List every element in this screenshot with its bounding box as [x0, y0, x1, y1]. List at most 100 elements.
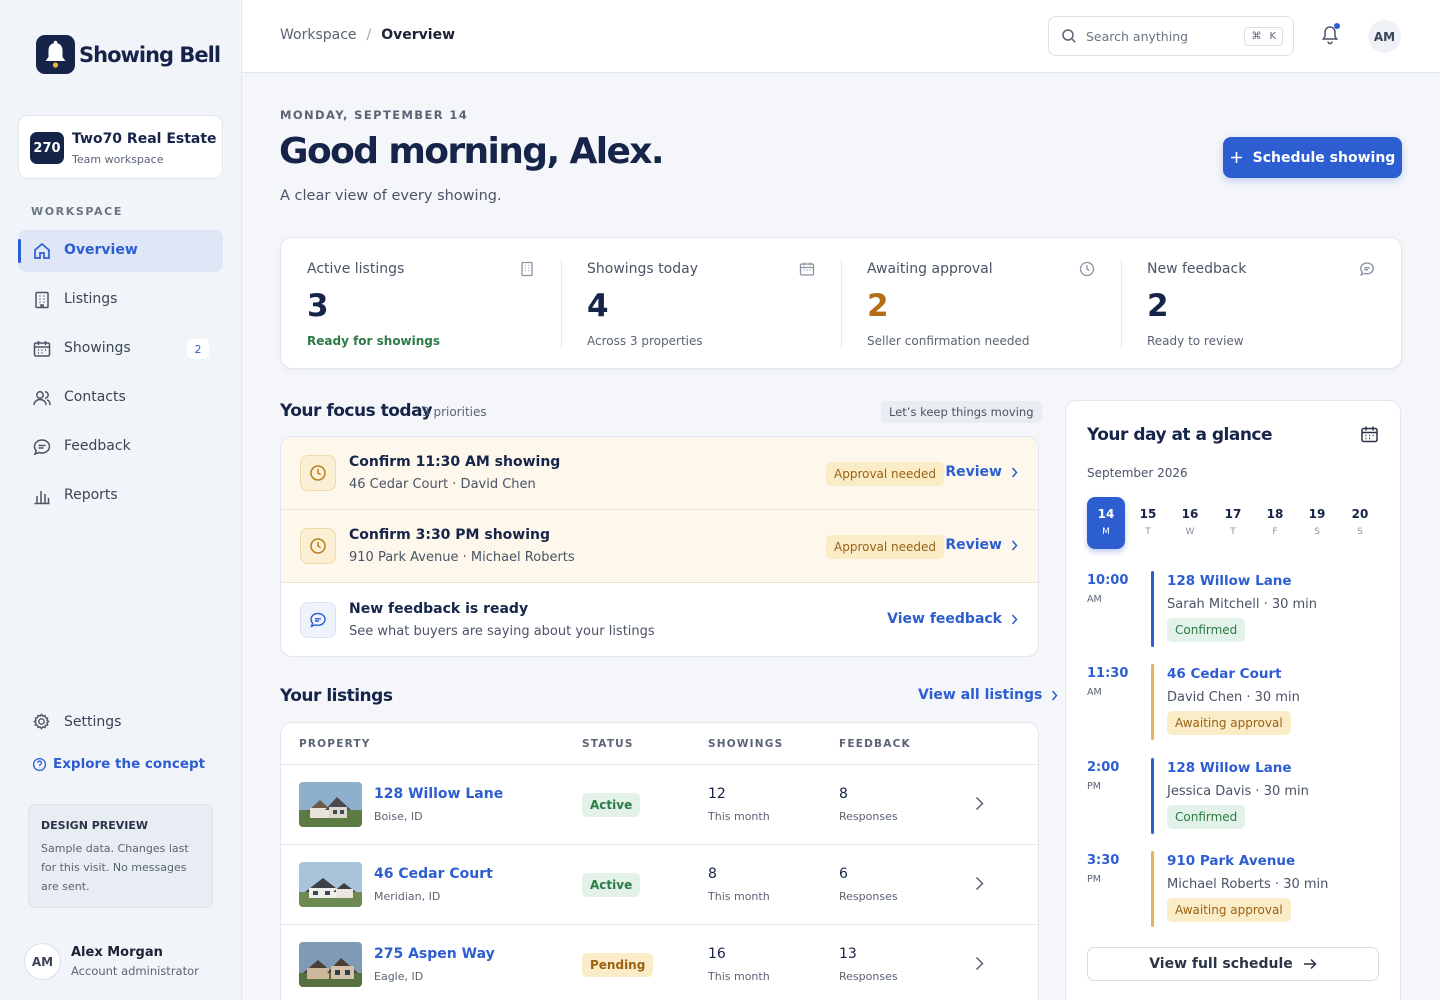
page-title: Good morning, Alex. — [279, 131, 665, 172]
sidebar: Showing Bell 270 Two70 Real Estate Team … — [0, 0, 242, 1000]
focus-item-subtitle: 910 Park Avenue · Michael Roberts — [349, 550, 575, 565]
sidebar-item-contacts[interactable]: Contacts — [18, 377, 223, 419]
appointment-address[interactable]: 128 Willow Lane — [1167, 573, 1292, 589]
calendar-icon — [33, 341, 51, 357]
stat-awaiting-approval[interactable]: Awaiting approval 2 Seller confirmation … — [841, 238, 1121, 370]
review-label: Review — [945, 464, 1002, 480]
focus-item-confirm-1130[interactable]: Confirm 11:30 AM showing 46 Cedar Court … — [281, 437, 1038, 510]
search-input[interactable]: Search anything ⌘ K — [1048, 16, 1294, 56]
view-full-schedule-label: View full schedule — [1149, 956, 1293, 972]
workspace-switcher[interactable]: 270 Two70 Real Estate Team workspace — [18, 115, 223, 179]
appointment-detail: Sarah Mitchell · 30 min — [1167, 597, 1318, 612]
avatar[interactable]: AM — [1368, 20, 1401, 53]
showings-period: This month — [708, 970, 770, 983]
view-all-listings-link[interactable]: View all listings — [918, 687, 1058, 703]
date-14[interactable]: 14 M — [1087, 497, 1125, 549]
review-link[interactable]: Review — [945, 464, 1018, 480]
appointment-item[interactable]: 11:30 AM 46 Cedar Court David Chen · 30 … — [1087, 664, 1387, 746]
focus-item-subtitle: 46 Cedar Court · David Chen — [349, 477, 536, 492]
chevron-right-icon[interactable] — [975, 796, 984, 811]
chevron-right-icon[interactable] — [975, 876, 984, 891]
showings-count: 16 — [708, 946, 726, 962]
day-number: 19 — [1308, 507, 1326, 521]
chevron-right-icon — [1011, 467, 1018, 477]
breadcrumb-workspace[interactable]: Workspace — [280, 27, 357, 43]
plus-icon — [1230, 152, 1242, 163]
chevron-right-icon[interactable] — [975, 956, 984, 971]
user-role: Account administrator — [71, 964, 199, 978]
breadcrumb-separator: / — [366, 27, 372, 43]
table-row[interactable]: 46 Cedar Court Meridian, ID Active 8 Thi… — [281, 845, 1038, 925]
clock-icon — [1079, 261, 1095, 277]
design-preview-notice: DESIGN PREVIEW Sample data. Changes last… — [28, 804, 213, 908]
table-row[interactable]: 275 Aspen Way Eagle, ID Pending 16 This … — [281, 925, 1038, 1000]
day-letter: T — [1145, 527, 1151, 537]
explore-concept-link[interactable]: Explore the concept — [32, 756, 205, 772]
page-subtitle: A clear view of every showing. — [280, 188, 502, 204]
preview-title: DESIGN PREVIEW — [41, 819, 149, 832]
date-20[interactable]: 20 S — [1341, 497, 1379, 549]
appointment-item[interactable]: 2:00 PM 128 Willow Lane Jessica Davis · … — [1087, 758, 1387, 840]
date-18[interactable]: 18 F — [1256, 497, 1294, 549]
stat-active-listings[interactable]: Active listings 3 Ready for showings — [281, 238, 561, 370]
stat-divider — [841, 260, 842, 348]
clock-icon — [300, 528, 336, 564]
appointment-address[interactable]: 910 Park Avenue — [1167, 853, 1295, 869]
view-feedback-link[interactable]: View feedback — [887, 611, 1018, 627]
appointment-time: 11:30 — [1087, 666, 1129, 681]
appointment-address[interactable]: 46 Cedar Court — [1167, 666, 1282, 682]
showings-count-badge: 2 — [187, 339, 209, 359]
review-link[interactable]: Review — [945, 537, 1018, 553]
property-name[interactable]: 275 Aspen Way — [374, 946, 495, 962]
focus-item-feedback[interactable]: New feedback is ready See what buyers ar… — [281, 584, 1038, 656]
help-circle-icon — [32, 757, 47, 771]
focus-item-confirm-330[interactable]: Confirm 3:30 PM showing 910 Park Avenue … — [281, 510, 1038, 583]
sidebar-item-overview[interactable]: Overview — [18, 230, 223, 272]
calendar-icon — [799, 262, 815, 276]
account-menu[interactable]: AM Alex Morgan Account administrator — [24, 943, 199, 980]
showings-count: 12 — [708, 786, 726, 802]
stat-new-feedback[interactable]: New feedback 2 Ready to review — [1121, 238, 1401, 370]
schedule-showing-button[interactable]: Schedule showing — [1223, 137, 1402, 178]
sidebar-item-feedback[interactable]: Feedback — [18, 426, 223, 468]
search-icon — [1062, 29, 1076, 43]
brand-logo[interactable]: Showing Bell — [36, 35, 221, 74]
date-15[interactable]: 15 T — [1129, 497, 1167, 549]
stat-divider — [561, 260, 562, 348]
day-panel-title: Your day at a glance — [1087, 425, 1273, 445]
gear-icon — [33, 713, 50, 730]
column-header-feedback: FEEDBACK — [839, 738, 911, 750]
view-full-schedule-button[interactable]: View full schedule — [1087, 947, 1379, 981]
stat-showings-today[interactable]: Showings today 4 Across 3 properties — [561, 238, 841, 370]
settings-label: Settings — [64, 713, 122, 730]
property-name[interactable]: 46 Cedar Court — [374, 866, 493, 882]
stat-note: Ready for showings — [307, 334, 441, 348]
workspace-type: Team workspace — [72, 153, 164, 166]
date-17[interactable]: 17 T — [1214, 497, 1252, 549]
property-name[interactable]: 128 Willow Lane — [374, 786, 503, 802]
sidebar-item-showings[interactable]: Showings 2 — [18, 328, 223, 370]
appointment-detail: Michael Roberts · 30 min — [1167, 877, 1329, 892]
building-icon — [35, 291, 49, 309]
date-19[interactable]: 19 S — [1298, 497, 1336, 549]
appointment-detail: Jessica Davis · 30 min — [1167, 784, 1309, 799]
property-city: Meridian, ID — [374, 890, 441, 903]
appointment-detail: David Chen · 30 min — [1167, 690, 1300, 705]
sidebar-item-listings[interactable]: Listings — [18, 279, 223, 321]
users-icon — [33, 391, 51, 406]
date-16[interactable]: 16 W — [1171, 497, 1209, 549]
calendar-icon[interactable] — [1360, 425, 1379, 444]
day-number: 16 — [1181, 507, 1199, 521]
appointment-status-bar — [1151, 571, 1154, 647]
appointment-address[interactable]: 128 Willow Lane — [1167, 760, 1292, 776]
sidebar-item-reports[interactable]: Reports — [18, 475, 223, 517]
appointment-status-bar — [1151, 758, 1154, 834]
appointment-item[interactable]: 10:00 AM 128 Willow Lane Sarah Mitchell … — [1087, 571, 1387, 653]
settings-link[interactable]: Settings — [32, 712, 121, 731]
notifications-button[interactable] — [1320, 23, 1340, 49]
nav-heading: WORKSPACE — [31, 205, 123, 218]
table-row[interactable]: 128 Willow Lane Boise, ID Active 12 This… — [281, 765, 1038, 845]
stat-label: New feedback — [1147, 261, 1247, 277]
appointment-item[interactable]: 3:30 PM 910 Park Avenue Michael Roberts … — [1087, 851, 1387, 933]
day-letter: W — [1185, 527, 1195, 537]
